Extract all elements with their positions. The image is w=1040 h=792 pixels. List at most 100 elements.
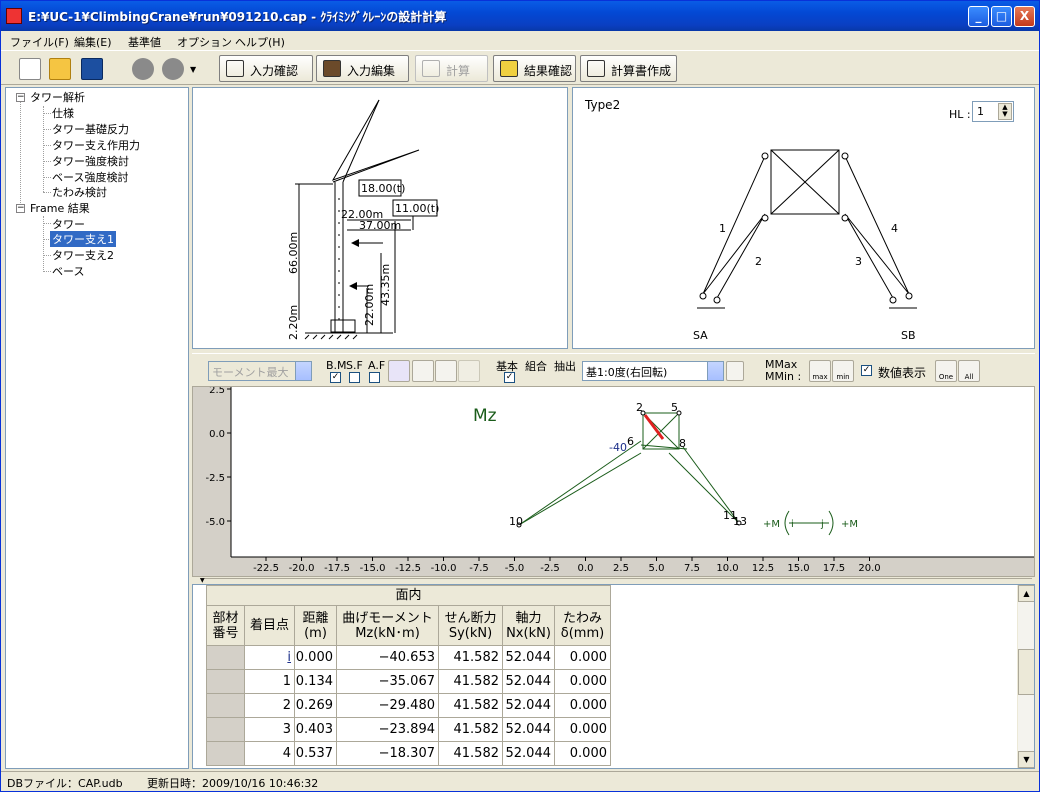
menu-base[interactable]: 基準値 <box>128 34 161 50</box>
tree-item-support2[interactable]: タワー支え2 <box>52 247 114 263</box>
height-label-total: 66.00m <box>287 232 300 274</box>
one-button[interactable]: One <box>935 360 957 382</box>
tree-item-tower-strength[interactable]: タワー強度検討 <box>52 153 129 169</box>
load-label-1: 18.00(t) <box>361 182 405 195</box>
tree-root-tower-analysis[interactable]: タワー解析 <box>30 89 85 105</box>
member-label-1: 1 <box>719 222 726 235</box>
cell-d: 0.000 <box>554 645 611 670</box>
case-spinner-icon[interactable] <box>726 361 744 381</box>
input-check-button[interactable]: 入力確認 <box>219 55 313 82</box>
menu-file[interactable]: ファイル(F) <box>10 34 69 50</box>
scroll-thumb[interactable] <box>1018 649 1034 695</box>
all-button[interactable]: All <box>958 360 980 382</box>
cell-sy: 41.582 <box>438 741 503 766</box>
cell-point: 4 <box>244 741 295 766</box>
pan-icon[interactable] <box>412 360 434 382</box>
tree-item-support1[interactable]: タワー支え1 <box>50 231 116 247</box>
cell-sy: 41.582 <box>438 717 503 742</box>
cell-point[interactable]: i <box>244 645 295 670</box>
close-button[interactable]: X <box>1014 6 1035 27</box>
x-tick-label: 5.0 <box>649 563 665 574</box>
column-header[interactable]: 曲げモーメント Mz(kN･m) <box>336 605 439 646</box>
tree-item-base-strength[interactable]: ベース強度検討 <box>52 169 128 185</box>
table-row[interactable]: i 0.000 −40.653 41.582 52.044 0.000 <box>206 645 611 670</box>
tree-item-support-force[interactable]: タワー支え作用力 <box>52 137 140 153</box>
cell-point: 3 <box>244 717 295 742</box>
undo-icon[interactable] <box>132 58 154 80</box>
scale-up-icon[interactable] <box>435 360 457 382</box>
sf-checkbox[interactable] <box>349 372 360 383</box>
legend-plus-m-left: +M <box>763 519 780 530</box>
scale-down-icon[interactable] <box>458 360 480 382</box>
table-row[interactable]: 2 0.269 −29.480 41.582 52.044 0.000 <box>206 693 611 718</box>
redo-dropdown-icon[interactable]: ▼ <box>190 65 196 74</box>
tree-line <box>20 98 21 213</box>
show-values-checkbox[interactable]: ✓ <box>861 365 872 376</box>
tree-item-spec[interactable]: 仕様 <box>52 105 74 121</box>
tree-collapse-icon[interactable]: − <box>16 204 25 213</box>
calc-button[interactable]: 計算 <box>415 55 488 82</box>
save-icon[interactable] <box>81 58 103 80</box>
minimize-button[interactable]: _ <box>968 6 989 27</box>
zoom-icon[interactable] <box>388 360 410 382</box>
column-header[interactable]: 部材 番号 <box>206 605 245 646</box>
tree-item-deflection[interactable]: たわみ検討 <box>52 184 107 200</box>
cell-mz: −18.307 <box>336 741 439 766</box>
column-header[interactable]: 距離 (m) <box>294 605 337 646</box>
menu-help[interactable]: ヘルプ(H) <box>235 34 285 50</box>
table-row[interactable]: 3 0.403 −23.894 41.582 52.044 0.000 <box>206 717 611 742</box>
result-check-button[interactable]: 結果確認 <box>493 55 576 82</box>
tree-line <box>43 113 51 114</box>
legend-i: i <box>791 519 794 530</box>
x-tick-label: -17.5 <box>324 563 350 574</box>
moment-diagram: 2.5 0.0 -2.5 -5.0 -22.5 -20.0 -17.5 -15.0 -12.5… <box>192 386 1035 577</box>
basic-checkbox[interactable]: ✓ <box>504 372 515 383</box>
chevron-down-icon[interactable] <box>707 362 723 380</box>
input-edit-label: 入力編集 <box>347 64 396 78</box>
moment-diagram-svg: 2.5 0.0 -2.5 -5.0 -22.5 -20.0 -17.5 -15.0 -12.5… <box>193 387 1034 576</box>
open-folder-icon[interactable] <box>49 58 71 80</box>
tree-line <box>43 223 51 224</box>
main-window: E:¥UC-1¥ClimbingCrane¥run¥091210.cap - ｸ… <box>0 0 1040 792</box>
scroll-down-icon[interactable]: ▼ <box>1018 751 1034 768</box>
column-header[interactable]: 着目点 <box>244 605 295 646</box>
one-label: One <box>938 373 954 381</box>
max-button[interactable]: max <box>809 360 831 382</box>
redo-icon[interactable] <box>162 58 184 80</box>
af-checkbox[interactable] <box>369 372 380 383</box>
report-icon <box>587 60 605 77</box>
cell-point: 2 <box>244 693 295 718</box>
column-header[interactable]: せん断力 Sy(kN) <box>438 605 503 646</box>
new-file-icon[interactable] <box>19 58 41 80</box>
menu-options[interactable]: オプション <box>177 34 232 50</box>
tree-item-base[interactable]: ベース <box>52 263 84 279</box>
member-label-4: 4 <box>891 222 898 235</box>
chevron-down-icon[interactable] <box>295 362 311 380</box>
tree-collapse-icon[interactable]: − <box>16 93 25 102</box>
scroll-up-icon[interactable]: ▲ <box>1018 585 1034 602</box>
tree-root-frame-results[interactable]: Frame 結果 <box>30 200 90 216</box>
x-tick-label: 15.0 <box>787 563 809 574</box>
tree-item-tower[interactable]: タワー <box>52 216 85 232</box>
bm-checkbox[interactable]: ✓ <box>330 372 341 383</box>
maximize-button[interactable]: □ <box>991 6 1012 27</box>
load-case-select[interactable]: 基1:0度(右回転) <box>582 361 724 381</box>
table-row[interactable]: 1 0.134 −35.067 41.582 52.044 0.000 <box>206 669 611 694</box>
input-edit-button[interactable]: 入力編集 <box>316 55 409 82</box>
tree-item-tower-reaction[interactable]: タワー基礎反力 <box>52 121 129 137</box>
menu-edit[interactable]: 編集(E) <box>74 34 112 50</box>
cell-member-number <box>206 741 245 766</box>
table-row[interactable]: 4 0.537 −18.307 41.582 52.044 0.000 <box>206 741 611 766</box>
cell-member-number <box>206 717 245 742</box>
column-header[interactable]: 軸力 Nx(kN) <box>502 605 555 646</box>
window-title: E:¥UC-1¥ClimbingCrane¥run¥091210.cap - ｸ… <box>28 10 447 24</box>
y-tick-label: 0.0 <box>209 429 225 440</box>
moment-type-select[interactable]: モーメント最大 <box>208 361 312 381</box>
min-button[interactable]: min <box>832 360 854 382</box>
cell-member-number <box>206 693 245 718</box>
splitter[interactable]: ▼ <box>200 578 1032 584</box>
column-header[interactable]: たわみ δ(mm) <box>554 605 611 646</box>
vertical-scrollbar[interactable]: ▲ ▼ <box>1017 585 1034 768</box>
report-button[interactable]: 計算書作成 <box>580 55 677 82</box>
calc-label: 計算 <box>446 64 471 78</box>
